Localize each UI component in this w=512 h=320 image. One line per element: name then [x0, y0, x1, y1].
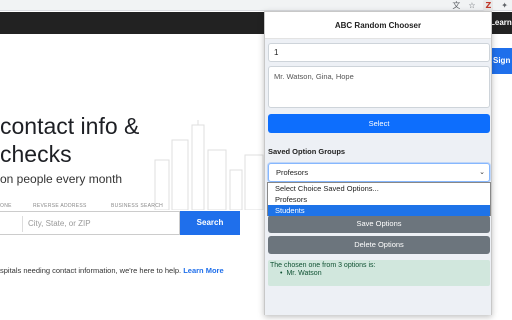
options-textarea[interactable]: Mr. Watson, Gina, Hope: [268, 66, 490, 108]
dropdown-option-highlighted[interactable]: Students: [268, 205, 490, 216]
hero-headline: contact info & checks: [0, 112, 139, 168]
saved-option-groups-label: Saved Option Groups: [268, 147, 346, 156]
extension-icon[interactable]: Z: [483, 0, 494, 11]
save-options-button[interactable]: Save Options: [268, 215, 490, 233]
result-alert: The chosen one from 3 options is: Mr. Wa…: [268, 260, 490, 286]
tab-reverse-address[interactable]: REVERSE ADDRESS: [33, 203, 87, 209]
chevron-down-icon: ⌄: [479, 168, 485, 176]
city-skyline-illustration: [154, 120, 264, 210]
tab-phone[interactable]: ONE: [0, 203, 12, 209]
search-divider: [22, 216, 23, 232]
extension-popup: ABC Random Chooser 1 Mr. Watson, Gina, H…: [264, 11, 492, 315]
hero-subheadline: on people every month: [0, 172, 123, 186]
browser-toolbar-icons: 文 ☆ Z ✦: [452, 0, 508, 11]
saved-groups-dropdown-list: Select Choice Saved Options... Profesors…: [267, 182, 491, 216]
select-button[interactable]: Select: [268, 114, 490, 133]
learn-more-link[interactable]: Learn More: [183, 266, 223, 275]
dropdown-option[interactable]: Profesors: [268, 194, 490, 205]
result-text: The chosen one from 3 options is:: [270, 262, 376, 269]
browser-toolbar: 文 ☆ Z ✦: [0, 0, 512, 11]
hero-headline-line-1: contact info &: [0, 113, 140, 139]
popup-body: 1 Mr. Watson, Gina, Hope Select Saved Op…: [265, 39, 491, 315]
dropdown-option[interactable]: Select Choice Saved Options...: [268, 183, 490, 194]
extensions-puzzle-icon[interactable]: ✦: [501, 0, 508, 11]
hero-headline-line-2: checks: [0, 141, 72, 167]
translate-icon[interactable]: 文: [452, 0, 460, 11]
popup-title: ABC Random Chooser: [265, 12, 491, 39]
delete-options-button[interactable]: Delete Options: [268, 236, 490, 254]
search-button[interactable]: Search: [180, 211, 240, 235]
help-text: spitals needing contact information, we'…: [0, 266, 224, 275]
number-of-choices-input[interactable]: 1: [268, 43, 490, 62]
help-text-body: spitals needing contact information, we'…: [0, 266, 182, 275]
location-search-input[interactable]: [28, 212, 176, 234]
saved-groups-select[interactable]: Profesors ⌄: [268, 163, 490, 182]
saved-groups-selected-value: Profesors: [276, 168, 309, 177]
result-item: Mr. Watson: [270, 270, 488, 277]
search-box: [0, 211, 180, 235]
bookmark-star-icon[interactable]: ☆: [468, 0, 475, 11]
sign-in-button[interactable]: Sign: [490, 48, 512, 74]
tab-business-search[interactable]: BUSINESS SEARCH: [111, 203, 163, 209]
